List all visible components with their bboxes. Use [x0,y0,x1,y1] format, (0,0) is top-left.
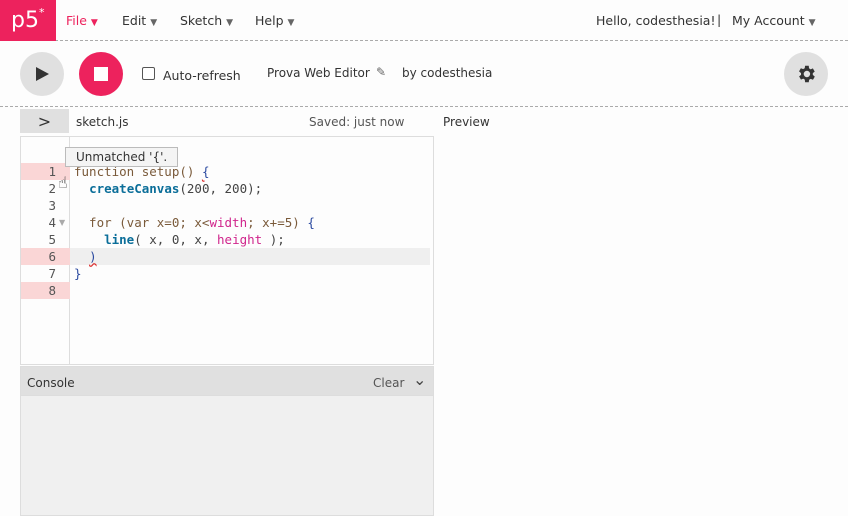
console-title: Console [27,376,75,390]
code-token: for (var x=0; x< [74,215,210,230]
code-token: width [209,215,248,230]
code-token: { [201,164,210,179]
line-number: 6 [21,248,70,265]
line-number: 7 [48,266,56,281]
code-editor[interactable]: 1 2 3 4 ▼ 5 6 7 8 function setup() { createCanva… [20,136,434,365]
code-token: height [217,232,263,247]
error-tooltip: Unmatched '{'. [65,147,179,167]
code-line[interactable] [74,282,434,299]
caret-down-icon: ▼ [90,18,98,28]
code-token: ( x, 0, x, [134,232,218,247]
code-line[interactable]: createCanvas(200, 200); [74,180,434,197]
code-token: (200, 200); [179,181,263,196]
account-label: My Account [732,13,805,28]
play-button[interactable] [20,52,64,96]
project-owner: by codesthesia [402,66,493,80]
save-status: Saved: just now [309,115,405,129]
fold-arrow-icon[interactable]: ▼ [59,214,65,231]
code-line[interactable]: for (var x=0; x<width; x+=5) { [74,214,434,231]
line-number: 8 [21,282,70,299]
caret-down-icon: ▼ [150,18,158,28]
project-name[interactable]: Prova Web Editor [267,66,370,80]
code-token: createCanvas [89,181,180,196]
code-token: ); [262,232,285,247]
p5-logo[interactable]: p5* [0,0,56,41]
line-gutter: 1 2 3 4 ▼ 5 6 7 8 [21,137,70,364]
file-name: sketch.js [76,115,129,129]
console-output [20,396,434,516]
auto-refresh-checkbox[interactable] [142,67,155,80]
line-number: 3 [48,198,56,213]
menu-label: Edit [122,13,147,28]
settings-button[interactable] [784,52,828,96]
logo-text: p5 [11,8,39,33]
menu-file[interactable]: File ▼ [66,13,98,28]
separator: | [717,12,722,27]
code-token: line [104,232,135,247]
code-line[interactable]: line( x, 0, x, height ); [74,231,434,248]
greeting: Hello, codesthesia! [596,13,716,28]
caret-down-icon: ▼ [287,18,295,28]
code-line[interactable]: } [74,265,434,282]
code-line[interactable]: ) [70,248,430,265]
hand-cursor-icon: ☝ [58,173,68,192]
pencil-icon[interactable]: ✎ [376,65,386,79]
auto-refresh-label[interactable]: Auto-refresh [163,68,241,83]
menu-sketch[interactable]: Sketch ▼ [180,13,233,28]
preview-heading: Preview [443,115,490,129]
play-icon [36,67,49,81]
caret-down-icon: ▼ [226,18,234,28]
toolbar: Auto-refresh Prova Web Editor ✎ by codes… [0,41,848,107]
menu-label: Sketch [180,13,223,28]
console-clear-button[interactable]: Clear [373,376,404,390]
stop-button[interactable] [79,52,123,96]
top-nav: p5* File ▼ Edit ▼ Sketch ▼ Help ▼ Hello, cod… [0,0,848,41]
menu-help[interactable]: Help ▼ [255,13,294,28]
menu-edit[interactable]: Edit ▼ [122,13,157,28]
caret-down-icon: ▼ [808,18,816,28]
sidebar-toggle-button[interactable]: > [20,109,69,133]
my-account-menu[interactable]: My Account ▼ [732,13,816,28]
code-token: } [74,266,82,281]
stop-icon [94,67,108,81]
code-line[interactable] [74,197,434,214]
menu-label: File [66,13,87,28]
chevron-down-icon[interactable]: ⌄ [413,370,426,389]
code-token: ; x+=5) [247,215,308,230]
code-token: { [307,215,315,230]
console-header: Console Clear ⌄ [20,366,434,396]
line-number: 5 [48,232,56,247]
gear-icon [799,65,815,83]
menu-label: Help [255,13,284,28]
logo-star: * [38,5,45,19]
code-token: ) [89,249,97,264]
